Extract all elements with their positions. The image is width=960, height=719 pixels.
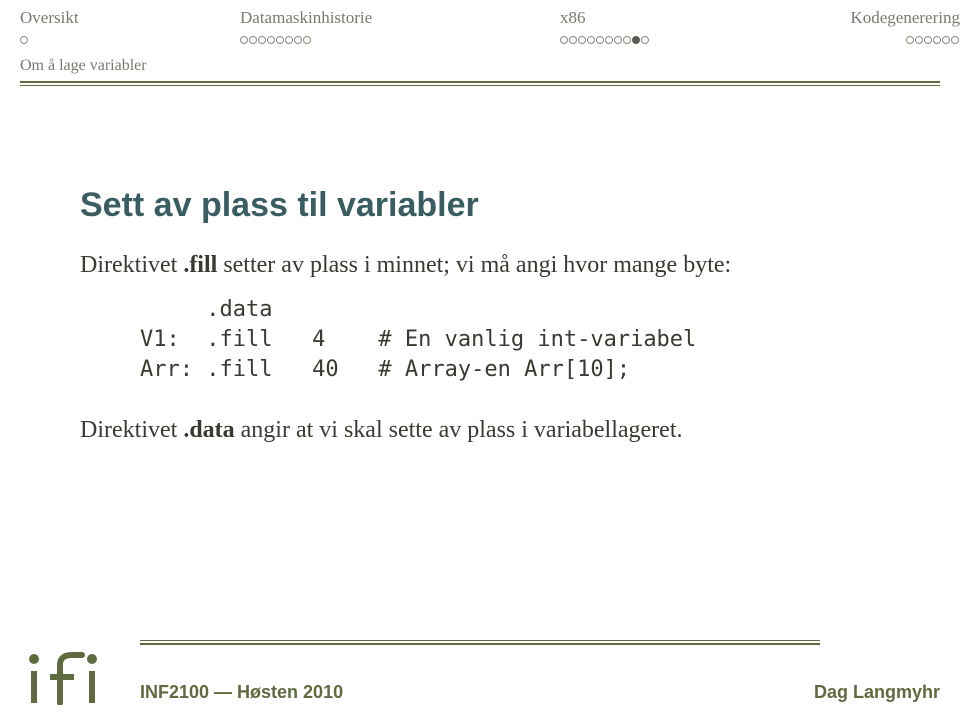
text: Direktivet [80,252,183,278]
ifi-logo-icon [20,649,130,705]
footer-rules [140,640,820,645]
progress-dots [20,30,240,47]
slide-title: Sett av plass til variabler [80,186,880,225]
section-subtitle: Om å lage variabler [0,51,960,75]
directive-data: .data [183,417,234,443]
paragraph-1: Direktivet .fill setter av plass i minne… [80,249,880,281]
progress-dots [240,30,520,47]
nav-label: Kodegenerering [800,8,960,28]
text: Direktivet [80,417,183,443]
progress-dots [800,30,960,47]
nav-label: Oversikt [20,8,240,28]
nav-label: Datamaskinhistorie [240,8,520,28]
footer: INF2100 — Høsten 2010 Dag Langmyhr [0,640,960,719]
content: Sett av plass til variabler Direktivet .… [0,86,960,447]
text: angir at vi skal sette av plass i variab… [235,417,683,443]
nav-sections: Oversikt Datamaskinhistorie x86 Kodegene… [0,0,960,51]
nav-item-kodegenerering[interactable]: Kodegenerering [800,8,960,47]
slide: Oversikt Datamaskinhistorie x86 Kodegene… [0,0,960,719]
footer-course: INF2100 — Høsten 2010 [140,682,343,703]
directive-fill: .fill [183,252,217,278]
text: setter av plass i minnet; vi må angi hvo… [217,252,731,278]
nav-item-datamaskinhistorie[interactable]: Datamaskinhistorie [240,8,520,47]
paragraph-2: Direktivet .data angir at vi skal sette … [80,414,880,446]
code-block: .data V1: .fill 4 # En vanlig int-variab… [140,295,880,384]
nav-item-x86[interactable]: x86 [520,8,800,47]
progress-dots [560,30,800,47]
nav-item-oversikt[interactable]: Oversikt [20,8,240,47]
nav-label: x86 [560,8,800,28]
footer-author: Dag Langmyhr [814,682,940,703]
